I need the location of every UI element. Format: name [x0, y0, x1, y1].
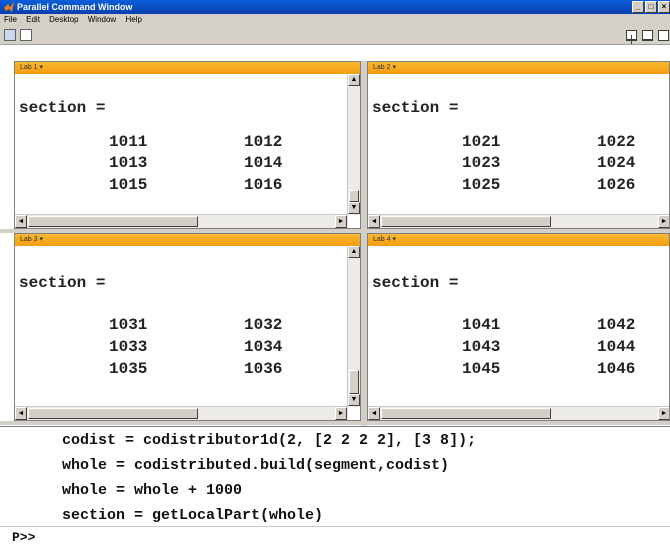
- value-cell: 1014: [244, 154, 283, 172]
- command-line: codist = codistributor1d(2, [2 2 2 2], […: [62, 432, 477, 449]
- grid-layout-icon[interactable]: [626, 30, 637, 44]
- menu-edit[interactable]: Edit: [26, 15, 40, 24]
- value-cell: 1033: [109, 338, 148, 356]
- value-cell: 1034: [244, 338, 283, 356]
- command-splitter[interactable]: [0, 421, 670, 425]
- value-cell: 1045: [462, 360, 501, 378]
- command-input[interactable]: P>>: [0, 526, 670, 546]
- scroll-right-icon[interactable]: ►: [658, 407, 669, 420]
- output-label: section =: [19, 99, 106, 117]
- value-cell: 1032: [244, 316, 283, 334]
- lab-panel-2: Lab 2 ▾ section = 1021 1022 1023 1024 10…: [367, 61, 670, 229]
- scroll-up-icon[interactable]: ▲: [348, 74, 360, 86]
- title-bar: Parallel Command Window _ □ ×: [0, 0, 670, 14]
- scroll-left-icon[interactable]: ◄: [15, 407, 27, 420]
- horizontal-scrollbar[interactable]: ◄ ►: [368, 406, 669, 420]
- command-line: whole = codistributed.build(segment,codi…: [62, 457, 450, 474]
- scroll-left-icon[interactable]: ◄: [368, 215, 380, 228]
- horizontal-scrollbar[interactable]: ◄ ►: [368, 214, 669, 228]
- value-cell: 1015: [109, 176, 148, 194]
- value-cell: 1041: [462, 316, 501, 334]
- lab-header[interactable]: Lab 2 ▾: [368, 62, 669, 74]
- scroll-down-icon[interactable]: ▼: [348, 202, 360, 214]
- menu-file[interactable]: File: [4, 15, 17, 24]
- mode-icon[interactable]: [4, 29, 16, 41]
- value-cell: 1022: [597, 133, 636, 151]
- value-cell: 1031: [109, 316, 148, 334]
- menu-window[interactable]: Window: [88, 15, 116, 24]
- scroll-thumb[interactable]: [381, 216, 551, 227]
- lab-panel-1: Lab 1 ▾ section = 1011 1012 1013 1014 10…: [14, 61, 361, 229]
- output-label: section =: [372, 99, 459, 117]
- value-cell: 1044: [597, 338, 636, 356]
- output-label: section =: [372, 274, 459, 292]
- value-cell: 1035: [109, 360, 148, 378]
- column-splitter[interactable]: [361, 61, 367, 426]
- scroll-thumb[interactable]: [28, 216, 198, 227]
- maximize-icon[interactable]: □: [645, 1, 657, 13]
- command-line: whole = whole + 1000: [62, 482, 243, 499]
- lab-panel-4: Lab 4 ▾ section = 1041 1042 1043 1044 10…: [367, 233, 670, 421]
- scroll-down-icon[interactable]: ▼: [348, 394, 360, 406]
- single-layout-icon[interactable]: [658, 30, 669, 41]
- toolbar: [0, 26, 670, 45]
- tile-layout-icon[interactable]: [642, 30, 653, 41]
- value-cell: 1024: [597, 154, 636, 172]
- value-cell: 1011: [109, 133, 148, 151]
- value-cell: 1043: [462, 338, 501, 356]
- lab-header[interactable]: Lab 1 ▾: [15, 62, 360, 74]
- scroll-up-icon[interactable]: ▲: [348, 246, 360, 258]
- horizontal-scrollbar[interactable]: ◄ ►: [15, 214, 348, 228]
- new-document-icon[interactable]: [20, 29, 32, 41]
- vertical-scrollbar[interactable]: ▲ ▼: [347, 246, 360, 407]
- scroll-left-icon[interactable]: ◄: [368, 407, 380, 420]
- command-prompt: P>>: [12, 530, 36, 545]
- value-cell: 1023: [462, 154, 501, 172]
- menu-bar: File Edit Desktop Window Help: [0, 14, 670, 26]
- command-line: section = getLocalPart(whole): [62, 507, 324, 524]
- vertical-scrollbar[interactable]: ▲ ▼: [347, 74, 360, 215]
- matlab-logo-icon: [4, 2, 14, 12]
- value-cell: 1021: [462, 133, 501, 151]
- scroll-thumb[interactable]: [381, 408, 551, 419]
- horizontal-scrollbar[interactable]: ◄ ►: [15, 406, 348, 420]
- lab-header[interactable]: Lab 3 ▾: [15, 234, 360, 246]
- scroll-right-icon[interactable]: ►: [335, 215, 347, 228]
- value-cell: 1016: [244, 176, 283, 194]
- menu-desktop[interactable]: Desktop: [49, 15, 78, 24]
- value-cell: 1042: [597, 316, 636, 334]
- scroll-right-icon[interactable]: ►: [335, 407, 347, 420]
- minimize-icon[interactable]: _: [632, 1, 644, 13]
- close-icon[interactable]: ×: [658, 1, 670, 13]
- lab-header[interactable]: Lab 4 ▾: [368, 234, 669, 246]
- scroll-thumb[interactable]: [28, 408, 198, 419]
- window-title: Parallel Command Window: [17, 2, 133, 12]
- scroll-right-icon[interactable]: ►: [658, 215, 669, 228]
- output-label: section =: [19, 274, 106, 292]
- value-cell: 1046: [597, 360, 636, 378]
- value-cell: 1026: [597, 176, 636, 194]
- value-cell: 1012: [244, 133, 283, 151]
- lab-panel-3: Lab 3 ▾ section = 1031 1032 1033 1034 10…: [14, 233, 361, 421]
- value-cell: 1036: [244, 360, 283, 378]
- menu-help[interactable]: Help: [125, 15, 141, 24]
- value-cell: 1013: [109, 154, 148, 172]
- scroll-thumb[interactable]: [349, 190, 359, 202]
- scroll-left-icon[interactable]: ◄: [15, 215, 27, 228]
- value-cell: 1025: [462, 176, 501, 194]
- scroll-thumb[interactable]: [349, 370, 359, 394]
